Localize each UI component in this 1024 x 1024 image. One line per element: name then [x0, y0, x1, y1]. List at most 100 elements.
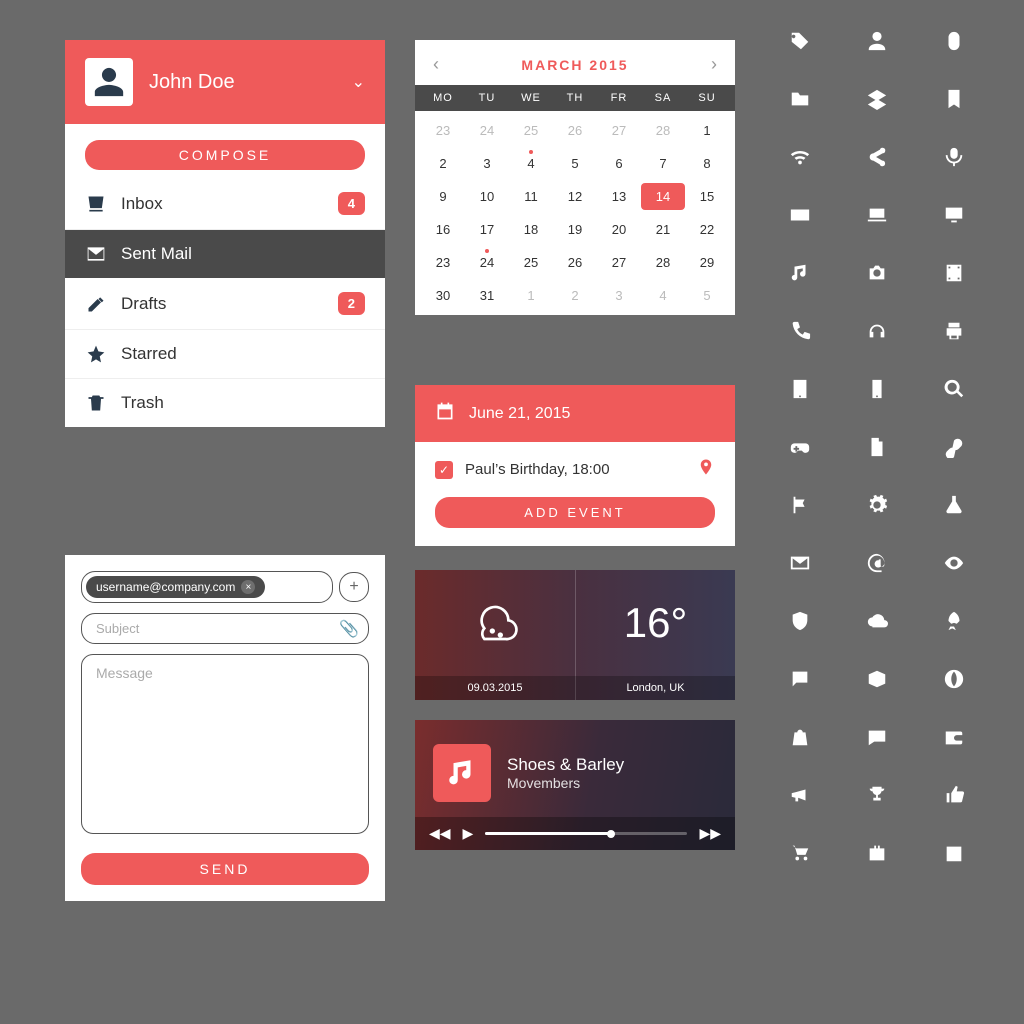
thumbs-up-icon[interactable]: [927, 784, 982, 806]
tablet-icon[interactable]: [772, 378, 827, 400]
calendar-day[interactable]: 23: [421, 249, 465, 276]
wifi-icon[interactable]: [772, 146, 827, 168]
calendar-day[interactable]: 2: [421, 150, 465, 177]
laptop-icon[interactable]: [849, 204, 904, 226]
briefcase-icon[interactable]: [849, 842, 904, 864]
printer-icon[interactable]: [927, 320, 982, 342]
play-button[interactable]: ▶: [463, 825, 474, 842]
globe-icon[interactable]: [927, 668, 982, 690]
document-icon[interactable]: [849, 436, 904, 458]
folder-inbox[interactable]: Inbox 4: [65, 178, 385, 230]
chevron-down-icon[interactable]: ⌄: [352, 72, 365, 92]
add-event-button[interactable]: ADD EVENT: [435, 497, 715, 528]
calendar-day[interactable]: 15: [685, 183, 729, 210]
keyboard-icon[interactable]: [772, 204, 827, 226]
add-recipient-button[interactable]: +: [339, 572, 369, 602]
calendar-day[interactable]: 26: [553, 249, 597, 276]
calendar-day[interactable]: 9: [421, 183, 465, 210]
folder-drafts[interactable]: Drafts 2: [65, 278, 385, 330]
calendar-day[interactable]: 23: [421, 117, 465, 144]
calendar-icon[interactable]: [927, 842, 982, 864]
gamepad-icon[interactable]: [772, 436, 827, 458]
calendar-day[interactable]: 18: [509, 216, 553, 243]
bag-icon[interactable]: [772, 726, 827, 748]
user-icon[interactable]: [849, 30, 904, 52]
headphones-icon[interactable]: [849, 320, 904, 342]
calendar-day[interactable]: 10: [465, 183, 509, 210]
mouse-icon[interactable]: [927, 30, 982, 52]
calendar-day[interactable]: 29: [685, 249, 729, 276]
calendar-day[interactable]: 20: [597, 216, 641, 243]
calendar-day[interactable]: 12: [553, 183, 597, 210]
subject-input[interactable]: [81, 613, 369, 644]
calendar-day[interactable]: 4: [641, 282, 685, 309]
calendar-day[interactable]: 28: [641, 117, 685, 144]
calendar-day[interactable]: 3: [597, 282, 641, 309]
eye-icon[interactable]: [927, 552, 982, 574]
calendar-day[interactable]: 19: [553, 216, 597, 243]
music-note-icon[interactable]: [772, 262, 827, 284]
camera-icon[interactable]: [849, 262, 904, 284]
film-icon[interactable]: [927, 262, 982, 284]
calendar-day[interactable]: 27: [597, 117, 641, 144]
calendar-day[interactable]: 11: [509, 183, 553, 210]
message-input[interactable]: [81, 654, 369, 834]
share-icon[interactable]: [849, 146, 904, 168]
calendar-day[interactable]: 17: [465, 216, 509, 243]
calendar-day[interactable]: 1: [509, 282, 553, 309]
recipient-field[interactable]: username@company.com ×: [81, 571, 333, 603]
folder-trash[interactable]: Trash: [65, 379, 385, 427]
calendar-day[interactable]: 8: [685, 150, 729, 177]
calendar-day[interactable]: 22: [685, 216, 729, 243]
send-button[interactable]: SEND: [81, 853, 369, 885]
calendar-day[interactable]: 1: [685, 117, 729, 144]
chat-icon[interactable]: [772, 668, 827, 690]
folder-sent[interactable]: Sent Mail: [65, 230, 385, 278]
megaphone-icon[interactable]: [772, 784, 827, 806]
shield-icon[interactable]: [772, 610, 827, 632]
folder-icon[interactable]: [772, 88, 827, 110]
calendar-day[interactable]: 7: [641, 150, 685, 177]
close-icon[interactable]: ×: [241, 580, 255, 594]
calendar-day[interactable]: 24: [465, 249, 509, 276]
calendar-day[interactable]: 5: [685, 282, 729, 309]
calendar-day[interactable]: 27: [597, 249, 641, 276]
calendar-day[interactable]: 28: [641, 249, 685, 276]
gear-icon[interactable]: [849, 494, 904, 516]
calendar-day[interactable]: 14: [641, 183, 685, 210]
calendar-day[interactable]: 30: [421, 282, 465, 309]
link-icon[interactable]: [927, 436, 982, 458]
calendar-day[interactable]: 25: [509, 249, 553, 276]
attachment-icon[interactable]: 📎: [339, 619, 359, 639]
calendar-day[interactable]: 21: [641, 216, 685, 243]
calendar-day[interactable]: 4: [509, 150, 553, 177]
calendar-day[interactable]: 3: [465, 150, 509, 177]
flask-icon[interactable]: [927, 494, 982, 516]
wallet-icon[interactable]: [927, 726, 982, 748]
trophy-icon[interactable]: [849, 784, 904, 806]
next-month-button[interactable]: ›: [711, 54, 717, 75]
progress-bar[interactable]: [485, 832, 687, 835]
phone-icon[interactable]: [772, 320, 827, 342]
calendar-day[interactable]: 2: [553, 282, 597, 309]
tag-icon[interactable]: [772, 30, 827, 52]
calendar-day[interactable]: 26: [553, 117, 597, 144]
profile-header[interactable]: John Doe ⌄: [65, 40, 385, 124]
next-button[interactable]: ▶▶: [699, 825, 721, 842]
calendar-day[interactable]: 24: [465, 117, 509, 144]
calendar-day[interactable]: 13: [597, 183, 641, 210]
prev-button[interactable]: ◀◀: [429, 825, 451, 842]
envelope-icon[interactable]: [772, 552, 827, 574]
layers-icon[interactable]: [849, 88, 904, 110]
folder-starred[interactable]: Starred: [65, 330, 385, 379]
at-icon[interactable]: [849, 552, 904, 574]
search-icon[interactable]: [927, 378, 982, 400]
calendar-day[interactable]: 25: [509, 117, 553, 144]
box-icon[interactable]: [849, 668, 904, 690]
location-pin-icon[interactable]: [697, 458, 715, 481]
calendar-day[interactable]: 6: [597, 150, 641, 177]
event-checkbox[interactable]: ✓: [435, 461, 453, 479]
cart-icon[interactable]: [772, 842, 827, 864]
flag-icon[interactable]: [772, 494, 827, 516]
rocket-icon[interactable]: [927, 610, 982, 632]
